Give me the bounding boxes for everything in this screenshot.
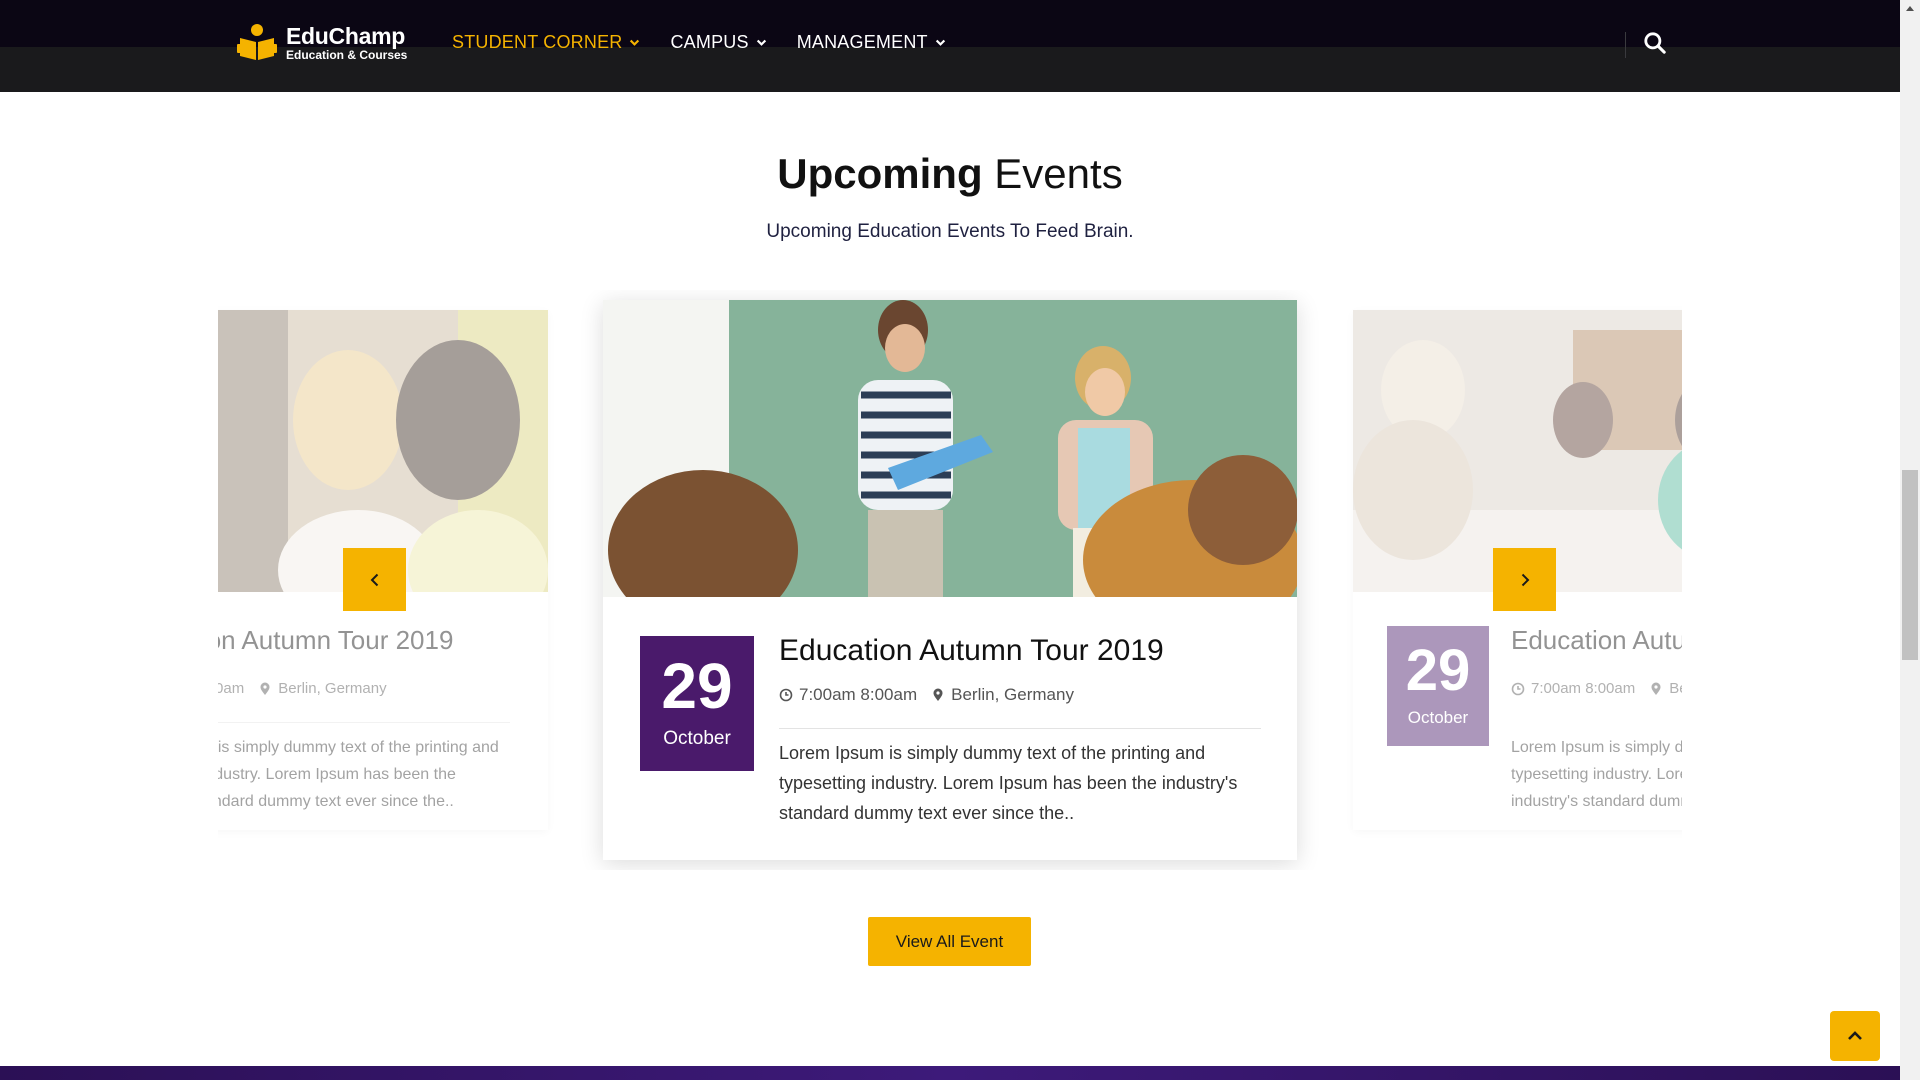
clock-icon [779, 688, 793, 702]
map-pin-icon [933, 688, 943, 701]
event-meta: 7:00am 8:00am Berlin, Germany [218, 680, 387, 697]
view-all-events-button[interactable]: View All Event [868, 917, 1031, 966]
map-pin-icon [1651, 682, 1661, 695]
section-title-bold: Upcoming [777, 150, 983, 197]
event-time: 7:00am 8:00am [1511, 680, 1635, 697]
nav-campus[interactable]: CAMPUS [670, 32, 766, 53]
nav-management[interactable]: MANAGEMENT [797, 32, 946, 53]
search-button[interactable] [1642, 30, 1668, 56]
section-subtitle: Upcoming Education Events To Feed Brain. [766, 221, 1134, 242]
event-date-month: October [663, 728, 731, 749]
event-date-day: 29 [1405, 638, 1471, 703]
logo[interactable]: EduChamp Education & Courses [236, 22, 407, 64]
chevron-down-icon [935, 39, 945, 46]
event-card-active[interactable]: 29 October Education Autumn Tour 2019 7:… [603, 300, 1297, 860]
event-location-text: Berlin, Germany [1669, 680, 1682, 697]
event-meta: 7:00am 8:00am Berlin, Germany [1511, 680, 1682, 697]
event-date-day: 29 [661, 650, 733, 722]
event-description: Lorem Ipsum is simply dummy text of the … [218, 739, 499, 810]
event-date-badge: 29 October [1387, 626, 1489, 746]
scroll-thumb[interactable] [1902, 470, 1918, 660]
event-time-text: 7:00am 8:00am [799, 685, 918, 704]
main-nav: STUDENT CORNER CAMPUS MANAGEMENT [452, 32, 946, 53]
event-location: Berlin, Germany [1649, 680, 1682, 697]
logo-icon [236, 22, 278, 64]
event-title[interactable]: Education Autumn Tour 2019 [1511, 625, 1682, 656]
event-location-text: Berlin, Germany [951, 685, 1074, 704]
section-title-light: Events [994, 150, 1123, 197]
events-carousel: Education Autumn Tour 2019 7:00am 8:00am… [218, 290, 1682, 870]
map-pin-icon [260, 682, 270, 695]
back-to-top-button[interactable] [1830, 1011, 1880, 1061]
event-time-text: 7:00am 8:00am [1531, 680, 1636, 697]
card-divider [218, 722, 510, 723]
nav-student-corner[interactable]: STUDENT CORNER [452, 32, 640, 53]
nav-label: MANAGEMENT [796, 32, 928, 52]
logo-title: EduChamp [286, 23, 405, 49]
event-time: 7:00am 8:00am [779, 685, 917, 705]
event-title[interactable]: Education Autumn Tour 2019 [218, 625, 453, 656]
event-time-text: 7:00am 8:00am [218, 680, 245, 697]
event-location: Berlin, Germany [931, 685, 1074, 705]
card-divider [779, 728, 1261, 729]
section-title: Upcoming Events [0, 150, 1900, 198]
logo-subtitle: Education & Courses [286, 48, 408, 62]
scroll-up-arrow[interactable] [1900, 0, 1920, 17]
carousel-prev-button[interactable] [343, 548, 406, 611]
event-time: 7:00am 8:00am [218, 680, 244, 697]
nav-label: STUDENT CORNER [452, 32, 623, 52]
search-icon [1644, 32, 1666, 54]
chevron-right-icon [1521, 573, 1529, 586]
event-description: Lorem Ipsum is simply dummy text of the … [1511, 739, 1682, 810]
event-location: Berlin, Germany [258, 680, 387, 697]
clock-icon [1511, 682, 1525, 695]
nav-label: CAMPUS [670, 32, 749, 52]
event-date-month: October [1407, 708, 1469, 727]
event-description: Lorem Ipsum is simply dummy text of the … [779, 743, 1238, 823]
chevron-down-icon [756, 39, 766, 46]
event-meta: 7:00am 8:00am Berlin, Germany [779, 685, 1074, 705]
event-location-text: Berlin, Germany [278, 680, 387, 697]
carousel-next-button[interactable] [1493, 548, 1556, 611]
chevron-left-icon [370, 573, 378, 586]
page-scrollbar[interactable] [1900, 0, 1920, 1080]
event-date-badge: 29 October [640, 636, 754, 771]
footer-band [0, 1066, 1900, 1080]
top-navbar: EduChamp Education & Courses STUDENT COR… [0, 0, 1900, 92]
nav-divider [1625, 32, 1626, 58]
event-title[interactable]: Education Autumn Tour 2019 [779, 634, 1164, 668]
chevron-down-icon [630, 39, 640, 46]
event-image [603, 300, 1297, 597]
chevron-up-icon [1848, 1031, 1862, 1040]
